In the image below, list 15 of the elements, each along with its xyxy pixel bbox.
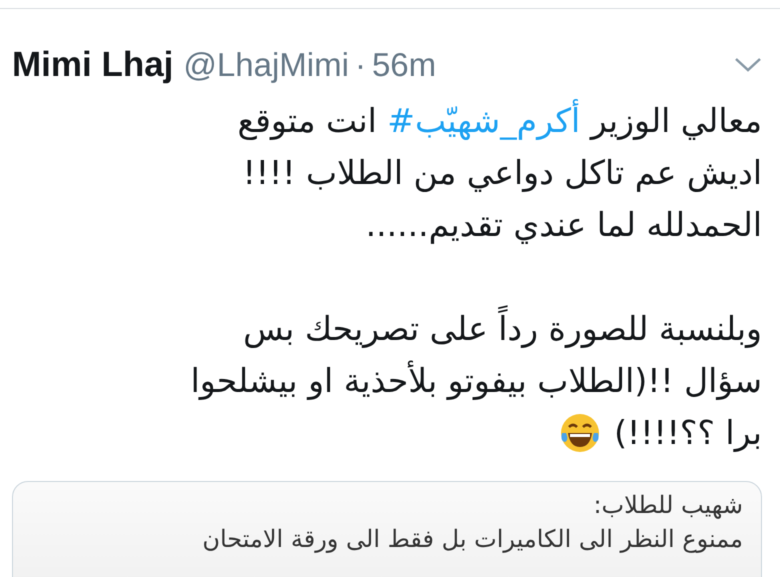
quoted-image-card[interactable]: شهيب للطلاب: ممنوع النظر الى الكاميرات بل فقط الى ورقة الامتحان	[12, 481, 762, 577]
tweet-text: معالي الوزير #أكرم_شهيّب انت متوقع	[238, 98, 762, 142]
separator-dot: ·	[354, 46, 366, 84]
quoted-text: شهيب للطلاب:	[592, 490, 743, 521]
hashtag-link[interactable]: #أكرم_شهيّب	[387, 101, 580, 140]
tweet-text: اديش عم تاكل دواعي من الطلاب !!!!	[242, 152, 762, 194]
tweet-text: برا ؟؟!!!!)	[614, 412, 762, 454]
tweet-text: الحمدلله لما عندي تقديم......	[366, 204, 762, 246]
tweet-text: وبلنسبة للصورة رداً على تصريحك بس	[243, 303, 762, 355]
tweet-text: سؤال !!(الطلاب بيفوتو بلأحذية او بيشلحوا	[190, 360, 762, 402]
tweet-time[interactable]: 56m	[372, 46, 436, 84]
quoted-text: ممنوع النظر الى الكاميرات بل فقط الى ورقة الامتحان	[201, 524, 743, 555]
user-handle[interactable]: @LhajMimi	[183, 46, 349, 84]
chevron-icon[interactable]	[734, 57, 762, 73]
user-name[interactable]: Mimi Lhaj	[12, 45, 174, 85]
